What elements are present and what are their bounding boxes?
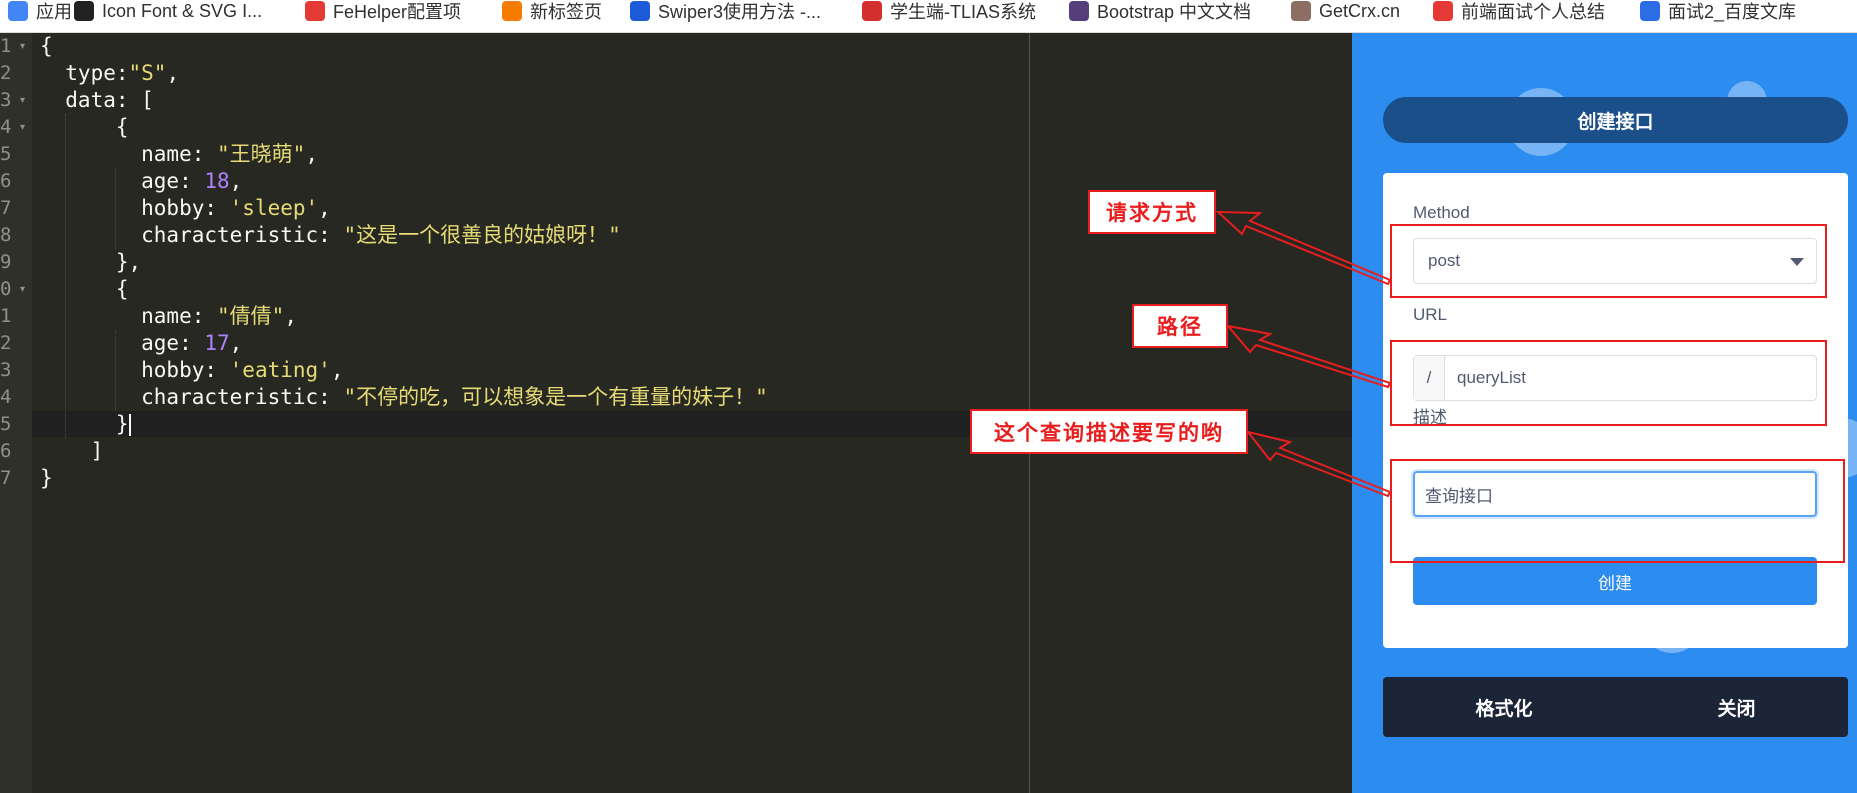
code-line[interactable]: data: [ bbox=[40, 87, 154, 114]
csdn-icon bbox=[1433, 1, 1453, 21]
code-line[interactable]: characteristic: "不停的吃，可以想象是一个有重量的妹子！" bbox=[40, 384, 768, 411]
code-line[interactable]: characteristic: "这是一个很善良的姑娘呀！" bbox=[40, 222, 621, 249]
tlias-icon bbox=[862, 1, 882, 21]
active-line-highlight bbox=[32, 411, 1352, 437]
bookmarks-bar: 应用 Icon Font & SVG I... FeHelper配置项 新标签页 Swi… bbox=[0, 0, 1857, 33]
print-margin bbox=[1029, 33, 1030, 793]
code-line[interactable]: age: 18, bbox=[40, 168, 242, 195]
bookmark-item[interactable]: 学生端-TLIAS系统 bbox=[862, 0, 1036, 22]
line-number: 2 bbox=[0, 332, 12, 354]
chevron-down-icon bbox=[1790, 258, 1804, 266]
code-line[interactable]: name: "倩倩", bbox=[40, 303, 297, 330]
iconfont-icon bbox=[74, 1, 94, 21]
method-label: Method bbox=[1413, 203, 1470, 222]
fehelper-icon bbox=[305, 1, 325, 21]
bookmark-item[interactable]: 面试2_百度文库 bbox=[1640, 0, 1796, 22]
format-button[interactable]: 格式化 bbox=[1475, 694, 1532, 721]
bookmark-label: 新标签页 bbox=[530, 2, 602, 22]
bookmark-item[interactable]: GetCrx.cn bbox=[1291, 0, 1400, 22]
getcrx-avatar-icon bbox=[1291, 1, 1311, 21]
line-number: 4 bbox=[0, 386, 12, 408]
bookmark-label: Icon Font & SVG I... bbox=[102, 0, 263, 21]
bookmark-item[interactable]: 应用 bbox=[8, 0, 72, 22]
line-number: 0 bbox=[0, 278, 12, 300]
code-line[interactable]: { bbox=[40, 114, 129, 141]
bookmark-label: 应用 bbox=[36, 2, 72, 22]
bookmark-item[interactable]: Swiper3使用方法 -... bbox=[630, 0, 821, 22]
method-value: post bbox=[1428, 251, 1461, 270]
line-number: 8 bbox=[0, 224, 12, 246]
line-number: 1 bbox=[0, 35, 12, 57]
create-button[interactable]: 创建 bbox=[1413, 557, 1817, 605]
code-line[interactable]: hobby: 'eating', bbox=[40, 357, 343, 384]
code-line[interactable]: hobby: 'sleep', bbox=[40, 195, 331, 222]
bookmark-item[interactable]: Bootstrap 中文文档 bbox=[1069, 0, 1251, 22]
url-input-group: / queryList bbox=[1413, 355, 1817, 401]
line-number: 7 bbox=[0, 467, 12, 489]
bookmark-label: 面试2_百度文库 bbox=[1668, 2, 1797, 22]
line-number: 3 bbox=[0, 359, 12, 381]
new-tab-icon bbox=[502, 1, 522, 21]
code-line[interactable]: type:"S", bbox=[40, 60, 179, 87]
bookmark-label: Bootstrap 中文文档 bbox=[1097, 2, 1252, 22]
method-select[interactable]: post bbox=[1413, 238, 1817, 284]
bootstrap-icon bbox=[1069, 1, 1089, 21]
code-line[interactable]: ] bbox=[40, 438, 104, 465]
line-number: 6 bbox=[0, 170, 12, 192]
line-number: 3 bbox=[0, 89, 12, 111]
panel-title: 创建接口 bbox=[1383, 97, 1848, 143]
bookmark-item[interactable]: 前端面试个人总结 bbox=[1433, 0, 1605, 22]
bookmark-label: GetCrx.cn bbox=[1319, 0, 1401, 21]
form-card: Method post URL / queryList 描述 查询接口 创建 bbox=[1383, 173, 1848, 648]
url-label: URL bbox=[1413, 305, 1448, 324]
description-label: 描述 bbox=[1413, 408, 1447, 427]
fold-toggle-icon[interactable]: ▾ bbox=[20, 87, 25, 114]
fold-toggle-icon[interactable]: ▾ bbox=[20, 276, 25, 303]
code-line[interactable]: }, bbox=[40, 249, 141, 276]
line-number: 7 bbox=[0, 197, 12, 219]
code-line[interactable]: { bbox=[40, 276, 129, 303]
close-button[interactable]: 关闭 bbox=[1717, 694, 1755, 721]
url-prefix: / bbox=[1414, 356, 1445, 400]
code-line[interactable]: age: 17, bbox=[40, 330, 242, 357]
line-number: 4 bbox=[0, 116, 12, 138]
bookmark-item[interactable]: Icon Font & SVG I... bbox=[74, 0, 262, 22]
line-number: 1 bbox=[0, 305, 12, 327]
fold-toggle-icon[interactable]: ▾ bbox=[20, 33, 25, 60]
line-number: 9 bbox=[0, 251, 12, 273]
description-input[interactable]: 查询接口 bbox=[1413, 471, 1817, 517]
bookmark-item[interactable]: FeHelper配置项 bbox=[305, 0, 461, 22]
bookmark-label: 前端面试个人总结 bbox=[1461, 2, 1605, 22]
baidu-wenku-icon bbox=[1640, 1, 1660, 21]
bookmark-label: Swiper3使用方法 -... bbox=[658, 2, 822, 22]
swiper-icon bbox=[630, 1, 650, 21]
line-number: 5 bbox=[0, 413, 12, 435]
bookmark-label: FeHelper配置项 bbox=[333, 2, 462, 22]
code-line[interactable]: { bbox=[40, 33, 53, 60]
fold-toggle-icon[interactable]: ▾ bbox=[20, 114, 25, 141]
bookmark-label: 学生端-TLIAS系统 bbox=[890, 2, 1037, 22]
bookmark-item[interactable]: 新标签页 bbox=[502, 0, 602, 22]
line-number: 2 bbox=[0, 62, 12, 84]
line-number: 6 bbox=[0, 440, 12, 462]
line-number: 5 bbox=[0, 143, 12, 165]
apps-grid-icon bbox=[8, 1, 28, 21]
url-input[interactable]: queryList bbox=[1445, 356, 1816, 400]
code-editor[interactable]: 1 ▾ {2 type:"S", 3 ▾ data: [ 4 ▾ {5 name: "王晓萌… bbox=[0, 33, 1352, 793]
bottom-action-bar: 格式化 关闭 bbox=[1383, 677, 1848, 737]
code-line[interactable]: } bbox=[40, 411, 131, 438]
code-line[interactable]: name: "王晓萌", bbox=[40, 141, 318, 168]
code-line[interactable]: } bbox=[40, 465, 53, 492]
api-create-panel: 创建接口 Method post URL / queryList 描述 查询接口… bbox=[1352, 33, 1857, 793]
